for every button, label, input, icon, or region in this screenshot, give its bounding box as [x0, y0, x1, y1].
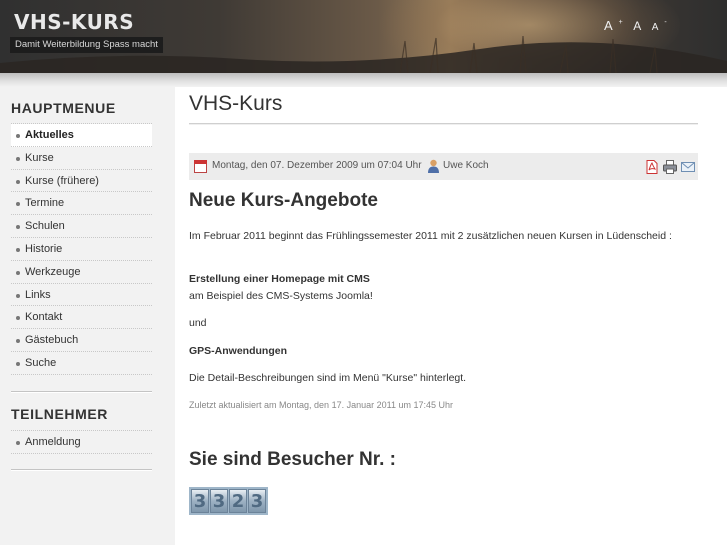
counter-digit: 2	[229, 489, 247, 513]
user-icon	[428, 159, 439, 173]
menu-item-werkzeuge[interactable]: Werkzeuge	[11, 261, 152, 284]
page-title: VHS-Kurs	[189, 92, 283, 115]
sidebar-divider	[11, 391, 152, 393]
font-reset-button[interactable]: A	[633, 19, 641, 33]
menu-item-anmeldung[interactable]: Anmeldung	[11, 431, 152, 454]
menu-item-gaestebuch[interactable]: Gästebuch	[11, 329, 152, 352]
menu-item-suche[interactable]: Suche	[11, 352, 152, 375]
counter-digit: 3	[210, 489, 228, 513]
details-text: Die Detail-Beschreibungen sind im Menü "…	[189, 372, 467, 384]
last-modified: Zuletzt aktualisiert am Montag, den 17. …	[189, 400, 453, 410]
menu-item-schulen[interactable]: Schulen	[11, 215, 152, 238]
pdf-icon[interactable]	[645, 160, 659, 174]
menu-item-aktuelles[interactable]: Aktuelles	[11, 124, 152, 147]
header-separator-band	[0, 73, 727, 87]
article-meta-bar: Montag, den 07. Dezember 2009 um 07:04 U…	[189, 153, 698, 180]
menu-item-historie[interactable]: Historie	[11, 238, 152, 261]
menu-item-links[interactable]: Links	[11, 284, 152, 307]
visitor-heading: Sie sind Besucher Nr. :	[189, 449, 396, 470]
counter-digit: 3	[191, 489, 209, 513]
course-1-description: am Beispiel des CMS-Systems Joomla!	[189, 290, 373, 302]
site-slogan: Damit Weiterbildung Spass macht	[10, 37, 163, 53]
email-icon[interactable]	[681, 160, 695, 174]
font-size-controls: A + A A-	[604, 17, 673, 35]
article-intro: Im Februar 2011 beginnt das Frühlingssem…	[189, 230, 672, 242]
article-date: Montag, den 07. Dezember 2009 um 07:04 U…	[212, 160, 422, 171]
main-menu-title: HAUPTMENUE	[11, 100, 116, 116]
sidebar: HAUPTMENUE Aktuelles Kurse Kurse (früher…	[0, 87, 175, 545]
font-smaller-button[interactable]: A-	[652, 19, 667, 33]
menu-item-termine[interactable]: Termine	[11, 192, 152, 216]
menu-item-kurse[interactable]: Kurse	[11, 147, 152, 170]
participant-menu-title: TEILNEHMER	[11, 406, 108, 422]
course-1-title: Erstellung einer Homepage mit CMS	[189, 273, 370, 285]
site-header: VHS-KURS Damit Weiterbildung Spass macht…	[0, 0, 727, 73]
participant-menu: Anmeldung	[11, 430, 152, 454]
counter-digit: 3	[248, 489, 266, 513]
sidebar-divider	[11, 469, 152, 471]
menu-item-kontakt[interactable]: Kontakt	[11, 306, 152, 330]
article-author: Uwe Koch	[443, 160, 489, 171]
print-icon[interactable]	[663, 160, 677, 174]
article-title: Neue Kurs-Angebote	[189, 190, 378, 211]
site-title[interactable]: VHS-KURS	[14, 10, 134, 34]
menu-item-kurse-fruehere[interactable]: Kurse (frühere)	[11, 170, 152, 193]
visitor-counter: 3 3 2 3	[189, 487, 268, 515]
course-2-title: GPS-Anwendungen	[189, 345, 287, 357]
heading-divider	[189, 123, 698, 125]
calendar-icon	[194, 160, 207, 173]
font-larger-button[interactable]: A +	[604, 18, 623, 33]
main-menu: Aktuelles Kurse Kurse (frühere) Termine …	[11, 123, 152, 375]
conjunction-text: und	[189, 317, 207, 329]
